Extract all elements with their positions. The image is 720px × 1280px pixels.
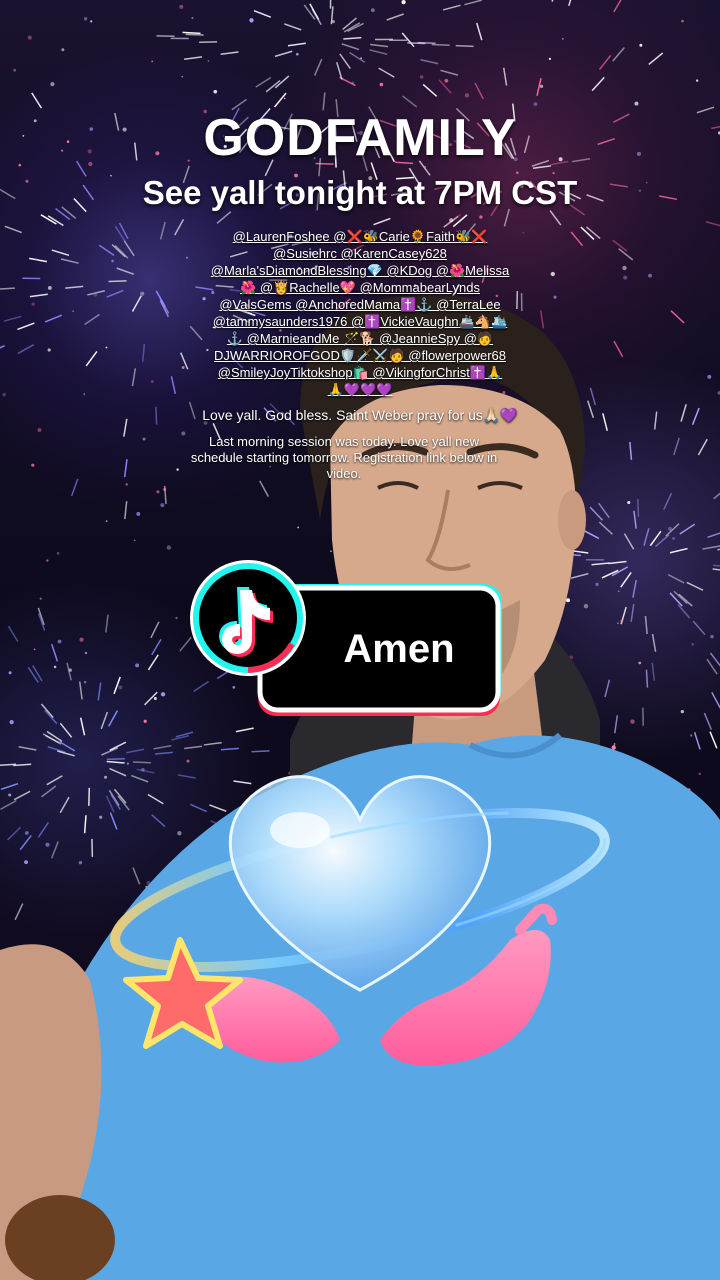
mention-username-link[interactable]: ValsGems <box>233 297 292 312</box>
mention-username-link[interactable]: Melissa <box>465 263 509 278</box>
mention-username-link[interactable]: VickieVaughn <box>380 314 458 329</box>
mention-username-link[interactable]: flowerpower68 <box>421 348 506 363</box>
mention-username-link[interactable]: SmileyJoyTiktokshop <box>231 365 353 380</box>
mention-line: ⚓ @MarnieandMe 🪄🐕 @JeannieSpy @🧑 <box>226 331 494 346</box>
mention-line: @tammysaunders1976 @✝️VickieVaughn🚢🐴🛳️ <box>212 314 508 329</box>
mention-username-link[interactable]: Faith <box>426 229 455 244</box>
mention-username-link[interactable]: VikingforChrist <box>386 365 470 380</box>
mention-username-link[interactable]: JeannieSpy <box>392 331 460 346</box>
mention-line: 🙏💜💜💜 <box>327 382 393 397</box>
mention-username-link[interactable]: MommabearLynds <box>373 280 480 295</box>
mention-username-link[interactable]: KDog <box>400 263 433 278</box>
amen-sticker-label-box: Amen <box>258 588 500 710</box>
mention-line: @ValsGems @AnchoredMama✝️⚓ @TerraLee <box>219 297 501 312</box>
mention-username-link[interactable]: Rachelle <box>289 280 340 295</box>
amen-sticker-label: Amen <box>343 626 455 671</box>
mention-line: @Marla'sDiamondBlessing💎 @KDog @🌺Melissa <box>210 263 510 278</box>
mention-username-link[interactable]: LaurenFoshee <box>246 229 330 244</box>
mention-username-link[interactable]: AnchoredMama <box>308 297 400 312</box>
stream-schedule: See yall tonight at 7PM CST <box>142 174 578 211</box>
mention-line: 🌺 @👸Rachelle💖 @MommabearLynds <box>240 280 480 295</box>
mention-list: @LaurenFoshee @❌🐝Carie🌻Faith🐝❌ @Susiehrc … <box>180 228 540 398</box>
mention-username-link[interactable]: KarenCasey628 <box>354 246 447 261</box>
mention-username-link[interactable]: tammysaunders1976 <box>226 314 347 329</box>
session-note: Last morning session was today. Love yal… <box>190 434 498 481</box>
mention-username-link[interactable]: Carie <box>379 229 410 244</box>
mention-username-link[interactable]: MarnieandMe <box>260 331 340 346</box>
mention-username-link[interactable]: DJWARRIOROFGOD <box>214 348 340 363</box>
mention-line: @SmileyJoyTiktokshop🛍️ @VikingforChrist✝… <box>217 365 503 380</box>
mention-username-link[interactable]: Marla'sDiamondBlessing <box>224 263 367 278</box>
mention-username-link[interactable]: Susiehrc <box>286 246 337 261</box>
mention-username-link[interactable]: TerraLee <box>449 297 500 312</box>
mention-line: @LaurenFoshee @❌🐝Carie🌻Faith🐝❌ <box>232 229 488 244</box>
stream-title: GODFAMILY <box>203 109 517 167</box>
blessing-text: Love yall. God bless. Saint Weber pray f… <box>202 407 518 423</box>
mention-line: @Susiehrc @KarenCasey628 <box>273 246 447 261</box>
heart-in-hands-icon <box>110 775 610 1066</box>
mention-line: DJWARRIOROFGOD🛡️🗡️⚔️🧑 @flowerpower68 <box>213 348 506 363</box>
